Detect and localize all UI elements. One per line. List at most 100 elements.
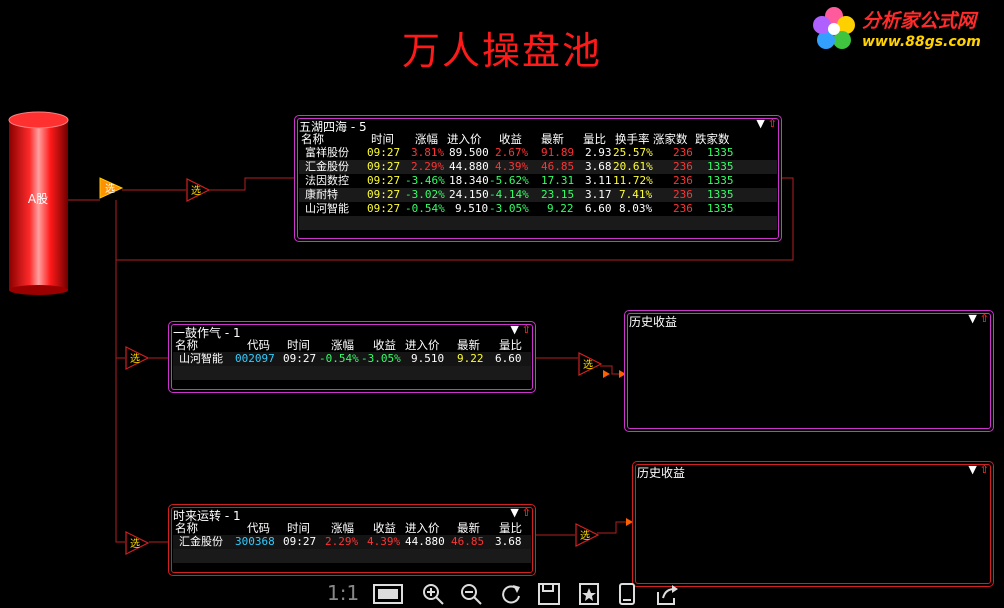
table-row[interactable]: 富祥股份 09:27 3.81% 89.500 2.67% 91.89 2.93… bbox=[299, 146, 777, 160]
fit-screen-icon[interactable] bbox=[373, 582, 403, 606]
rotate-icon[interactable] bbox=[499, 582, 523, 606]
history-window-2[interactable]: 历史收益 ▼ ⇧ bbox=[632, 461, 994, 587]
table-empty-row bbox=[299, 216, 777, 230]
col-header[interactable]: 最新 bbox=[541, 132, 564, 146]
cell-entry: 89.500 bbox=[449, 146, 489, 159]
collapse-up-icon[interactable]: ⇧ bbox=[522, 323, 531, 336]
col-header[interactable]: 进入价 bbox=[405, 338, 440, 352]
cell-entry: 18.340 bbox=[449, 174, 489, 187]
dropdown-icon[interactable]: ▼ bbox=[756, 117, 764, 130]
table-empty-row bbox=[173, 366, 531, 380]
zoom-in-icon[interactable] bbox=[421, 582, 445, 606]
cell-gain: 2.67% bbox=[495, 146, 529, 159]
cell-change: 3.81% bbox=[411, 146, 445, 159]
col-header[interactable]: 最新 bbox=[457, 338, 480, 352]
col-header[interactable]: 换手率 bbox=[615, 132, 650, 146]
cell-down-count: 1335 bbox=[707, 160, 734, 173]
pool-window-shilai[interactable]: 时来运转 - 1 ▼ ⇧ 名称 代码 时间 涨幅 收益 进入价 最新 量比 汇金股… bbox=[168, 504, 536, 576]
col-header[interactable]: 涨家数 bbox=[653, 132, 688, 146]
col-header[interactable]: 名称 bbox=[175, 338, 198, 352]
cell-up-count: 236 bbox=[673, 160, 693, 173]
dropdown-icon[interactable]: ▼ bbox=[510, 323, 518, 336]
pool-window-yigu[interactable]: 一鼓作气 - 1 ▼ ⇧ 名称 代码 时间 涨幅 收益 进入价 最新 量比 山河智… bbox=[168, 321, 536, 393]
dropdown-icon[interactable]: ▼ bbox=[968, 312, 976, 325]
col-header[interactable]: 进入价 bbox=[447, 132, 482, 146]
filter-node-3-label: 选 bbox=[130, 537, 140, 550]
col-header[interactable]: 时间 bbox=[371, 132, 394, 146]
table-row[interactable]: 汇金股份 09:27 2.29% 44.880 4.39% 46.85 3.68… bbox=[299, 160, 777, 174]
cell-turnover: 20.61% bbox=[613, 160, 653, 173]
pool-window-wuhu[interactable]: 五湖四海 - 5 ▼ ⇧ 名称 时间 涨幅 进入价 收益 最新 量比 换手率 涨家… bbox=[294, 115, 782, 242]
table-row[interactable]: 汇金股份 300368 09:27 2.29% 4.39% 44.880 46.… bbox=[173, 535, 531, 549]
col-header[interactable]: 代码 bbox=[247, 338, 270, 352]
cell-entry: 9.510 bbox=[411, 352, 445, 365]
col-header[interactable]: 时间 bbox=[287, 521, 310, 535]
cell-vol: 6.60 bbox=[495, 352, 522, 365]
col-header[interactable]: 量比 bbox=[583, 132, 606, 146]
cell-name: 汇金股份 bbox=[179, 535, 223, 548]
col-header[interactable]: 涨幅 bbox=[415, 132, 438, 146]
history-window-1[interactable]: 历史收益 ▼ ⇧ bbox=[624, 310, 994, 432]
collapse-up-icon[interactable]: ⇧ bbox=[768, 117, 777, 130]
col-header[interactable]: 进入价 bbox=[405, 521, 440, 535]
filter-node-1-label: 选 bbox=[191, 184, 201, 197]
filter-node-5-icon[interactable]: 选 bbox=[574, 522, 600, 548]
cell-vol: 3.68 bbox=[495, 535, 522, 548]
cell-turnover: 7.41% bbox=[619, 188, 653, 201]
cell-entry: 44.880 bbox=[449, 160, 489, 173]
filter-node-5-label: 选 bbox=[580, 529, 590, 542]
dropdown-icon[interactable]: ▼ bbox=[968, 463, 976, 476]
device-icon[interactable] bbox=[615, 582, 639, 606]
cell-change: 2.29% bbox=[325, 535, 359, 548]
stock-table: 名称 代码 时间 涨幅 收益 进入价 最新 量比 山河智能 002097 09:… bbox=[173, 338, 531, 380]
stock-table: 名称 时间 涨幅 进入价 收益 最新 量比 换手率 涨家数 跌家数 富祥股份 0… bbox=[299, 132, 777, 230]
filter-node-1-icon[interactable]: 选 bbox=[185, 177, 211, 203]
cell-turnover: 25.57% bbox=[613, 146, 653, 159]
col-header[interactable]: 量比 bbox=[499, 521, 522, 535]
col-header[interactable]: 时间 bbox=[287, 338, 310, 352]
collapse-up-icon[interactable]: ⇧ bbox=[980, 312, 989, 325]
collapse-up-icon[interactable]: ⇧ bbox=[980, 463, 989, 476]
table-header: 名称 时间 涨幅 进入价 收益 最新 量比 换手率 涨家数 跌家数 bbox=[299, 132, 777, 146]
cell-change: -3.46% bbox=[405, 174, 445, 187]
col-header[interactable]: 收益 bbox=[373, 338, 396, 352]
cell-time: 09:27 bbox=[367, 188, 401, 201]
col-header[interactable]: 名称 bbox=[175, 521, 198, 535]
window-controls: ▼ ⇧ bbox=[968, 463, 989, 476]
col-header[interactable]: 跌家数 bbox=[695, 132, 730, 146]
filter-node-main-icon[interactable]: 选 bbox=[98, 176, 126, 202]
cell-last: 91.89 bbox=[541, 146, 575, 159]
cell-down-count: 1335 bbox=[707, 146, 734, 159]
col-header[interactable]: 最新 bbox=[457, 521, 480, 535]
cell-name: 法因数控 bbox=[305, 174, 349, 187]
cell-name: 汇金股份 bbox=[305, 160, 349, 173]
cell-entry: 24.150 bbox=[449, 188, 489, 201]
filter-node-2-icon[interactable]: 选 bbox=[124, 345, 150, 371]
bookmark-star-icon[interactable] bbox=[577, 582, 601, 606]
col-header[interactable]: 代码 bbox=[247, 521, 270, 535]
source-label: A股 bbox=[27, 192, 49, 206]
col-header[interactable]: 收益 bbox=[373, 521, 396, 535]
table-header: 名称 代码 时间 涨幅 收益 进入价 最新 量比 bbox=[173, 338, 531, 352]
table-row[interactable]: 康耐特 09:27 -3.02% 24.150 -4.14% 23.15 3.1… bbox=[299, 188, 777, 202]
dropdown-icon[interactable]: ▼ bbox=[510, 506, 518, 519]
table-row[interactable]: 法因数控 09:27 -3.46% 18.340 -5.62% 17.31 3.… bbox=[299, 174, 777, 188]
zoom-out-icon[interactable] bbox=[459, 582, 483, 606]
filter-node-3-icon[interactable]: 选 bbox=[124, 530, 150, 556]
table-row[interactable]: 山河智能 09:27 -0.54% 9.510 -3.05% 9.22 6.60… bbox=[299, 202, 777, 216]
col-header[interactable]: 名称 bbox=[301, 132, 324, 146]
cell-gain: 4.39% bbox=[495, 160, 529, 173]
save-icon[interactable] bbox=[537, 582, 561, 606]
col-header[interactable]: 量比 bbox=[499, 338, 522, 352]
collapse-up-icon[interactable]: ⇧ bbox=[522, 506, 531, 519]
cell-last: 23.15 bbox=[541, 188, 575, 201]
share-icon[interactable] bbox=[655, 582, 679, 606]
cell-name: 富祥股份 bbox=[305, 146, 349, 159]
col-header[interactable]: 涨幅 bbox=[331, 338, 354, 352]
actual-size-button[interactable]: 1:1 bbox=[327, 581, 359, 605]
filter-node-4-icon[interactable]: 选 bbox=[577, 351, 603, 377]
table-row[interactable]: 山河智能 002097 09:27 -0.54% -3.05% 9.510 9.… bbox=[173, 352, 531, 366]
cell-entry: 9.510 bbox=[455, 202, 489, 215]
col-header[interactable]: 收益 bbox=[499, 132, 522, 146]
col-header[interactable]: 涨幅 bbox=[331, 521, 354, 535]
